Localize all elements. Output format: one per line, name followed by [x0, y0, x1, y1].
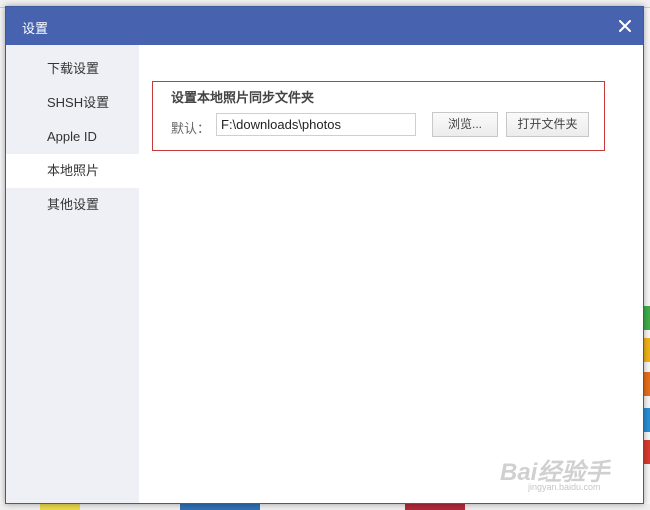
open-folder-button[interactable]: 打开文件夹	[506, 112, 589, 137]
settings-content: 设置本地照片同步文件夹 默认： 浏览... 打开文件夹	[139, 45, 643, 503]
sidebar-item-label: 本地照片	[47, 163, 100, 178]
sidebar-item-label: SHSH设置	[47, 95, 110, 110]
background-right-column	[644, 8, 650, 510]
background-tile	[644, 372, 650, 396]
dialog-titlebar: 设置	[6, 7, 643, 45]
dialog-title: 设置	[22, 21, 49, 36]
sidebar-item-apple-id[interactable]: Apple ID	[6, 120, 139, 154]
background-tile	[644, 338, 650, 362]
close-button[interactable]	[613, 14, 637, 38]
panel-title: 设置本地照片同步文件夹	[171, 90, 315, 105]
sidebar-item-local-photos[interactable]: 本地照片	[6, 154, 139, 188]
background-tile	[644, 408, 650, 432]
sidebar-item-label: 下载设置	[47, 61, 100, 76]
sidebar-item-shsh[interactable]: SHSH设置	[6, 86, 139, 120]
watermark: Bai经验手 jingyan.baidu.com	[500, 452, 640, 496]
sidebar-item-download[interactable]: 下载设置	[6, 52, 139, 86]
sidebar-item-other[interactable]: 其他设置	[6, 188, 139, 222]
background-tile	[644, 306, 650, 330]
photo-folder-path-input[interactable]	[216, 113, 416, 136]
sidebar-item-label: 其他设置	[47, 197, 100, 212]
browse-button[interactable]: 浏览...	[432, 112, 498, 137]
photo-sync-panel: 设置本地照片同步文件夹 默认： 浏览... 打开文件夹	[152, 81, 605, 151]
settings-dialog: 设置 下载设置 SHSH设置 Apple ID 本地照片 其他设置 设置本地照片…	[5, 6, 644, 504]
sidebar-item-label: Apple ID	[47, 129, 97, 144]
watermark-subtext: jingyan.baidu.com	[528, 482, 601, 492]
close-icon	[619, 20, 631, 32]
default-path-label: 默认：	[171, 121, 211, 136]
background-bottom-strip	[0, 504, 650, 510]
settings-sidebar: 下载设置 SHSH设置 Apple ID 本地照片 其他设置	[6, 45, 139, 503]
background-tile	[644, 440, 650, 464]
